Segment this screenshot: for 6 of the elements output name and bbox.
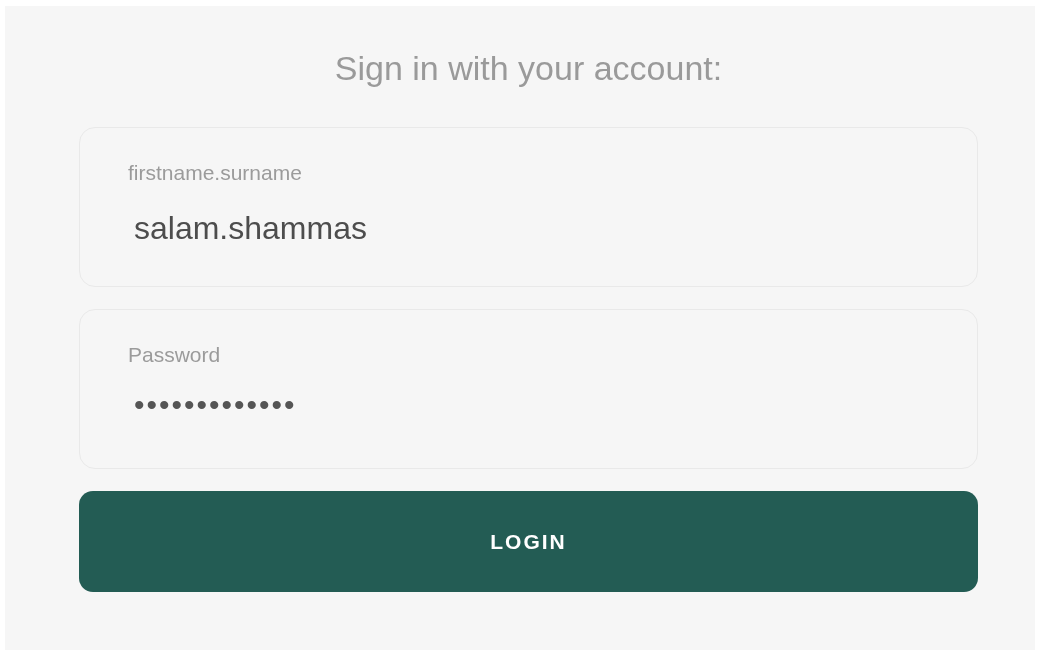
field-label: Password [128, 342, 222, 368]
login-button[interactable]: LOGIN [79, 491, 978, 592]
field-label: firstname.surname [128, 160, 303, 186]
username-field[interactable]: firstname.surname salam.shammas [79, 127, 978, 287]
password-field[interactable]: Password ••••••••••••• [79, 309, 978, 469]
sign-in-heading: Sign in with your account: [333, 48, 724, 89]
